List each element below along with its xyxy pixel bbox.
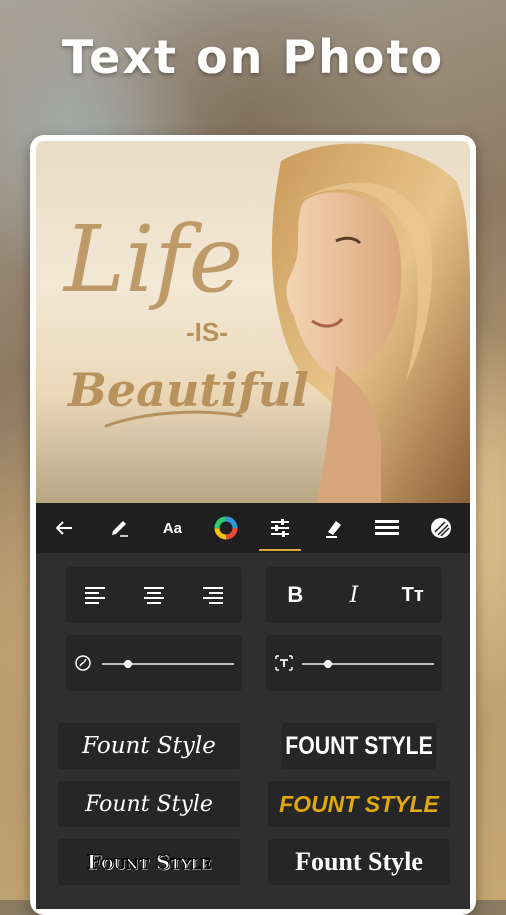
editor-panel: Aa B I Tт Fount Style FOUNT STYLE Fount … xyxy=(36,503,470,909)
font-style-card[interactable]: Fount Style xyxy=(58,723,240,769)
italic-button[interactable]: I xyxy=(334,575,374,615)
photo-canvas[interactable]: Life -IS- Beautiful xyxy=(36,141,470,503)
back-button[interactable] xyxy=(42,503,88,553)
font-style-card[interactable]: FOUNT STYLE xyxy=(268,781,450,827)
alignment-panel xyxy=(66,567,242,623)
toolbar: Aa xyxy=(36,503,470,553)
align-center-icon xyxy=(143,587,164,604)
phone-frame: Life -IS- Beautiful Aa B I Tт Fount Styl… xyxy=(30,135,476,915)
pencil-icon xyxy=(111,521,128,537)
align-left-button[interactable] xyxy=(75,575,115,615)
svg-text:Beautiful: Beautiful xyxy=(66,363,309,417)
align-right-button[interactable] xyxy=(193,575,233,615)
curve-icon xyxy=(75,655,91,671)
bold-button[interactable]: B xyxy=(275,575,315,615)
align-center-button[interactable] xyxy=(134,575,174,615)
size-slider-handle[interactable] xyxy=(324,660,333,668)
texture-icon xyxy=(430,518,451,538)
svg-text:Life: Life xyxy=(62,206,243,313)
quote-lettering: Life -IS- Beautiful xyxy=(62,206,309,428)
italic-icon: I xyxy=(349,582,359,608)
font-button[interactable]: Aa xyxy=(149,503,195,553)
spacing-button[interactable] xyxy=(364,503,410,553)
color-wheel-icon xyxy=(214,516,238,540)
color-button[interactable] xyxy=(203,503,249,553)
font-style-card[interactable]: Fount Style xyxy=(268,839,450,885)
arrow-left-icon xyxy=(55,521,72,535)
font-style-card[interactable]: Fount Style xyxy=(58,781,240,827)
bold-icon: B xyxy=(287,582,304,607)
size-slider[interactable] xyxy=(302,663,434,665)
font-aa-icon: Aa xyxy=(162,519,182,537)
svg-text:-IS-: -IS- xyxy=(186,317,228,347)
portrait-photo: Life -IS- Beautiful xyxy=(36,143,470,503)
font-style-card[interactable]: FOUNT STYLE xyxy=(281,723,437,769)
text-size-icon xyxy=(275,655,293,671)
style-panel: B I Tт xyxy=(266,567,442,623)
align-right-icon xyxy=(202,587,223,604)
adjust-button[interactable] xyxy=(257,503,303,553)
curve-slider[interactable] xyxy=(102,663,234,665)
highlight-button[interactable] xyxy=(311,503,357,553)
text-case-icon: Tт xyxy=(401,583,424,606)
marker-icon xyxy=(325,521,341,538)
font-style-card[interactable]: Fount Style xyxy=(58,839,240,885)
size-slider-panel xyxy=(266,635,442,691)
text-case-button[interactable]: Tт xyxy=(393,575,433,615)
curve-slider-handle[interactable] xyxy=(124,660,133,668)
lines-icon xyxy=(375,520,400,535)
align-left-icon xyxy=(85,587,106,604)
edit-text-button[interactable] xyxy=(96,503,142,553)
sliders-icon xyxy=(270,519,289,537)
texture-button[interactable] xyxy=(418,503,464,553)
curve-slider-panel xyxy=(66,635,242,691)
headline: Text on Photo xyxy=(61,30,445,84)
